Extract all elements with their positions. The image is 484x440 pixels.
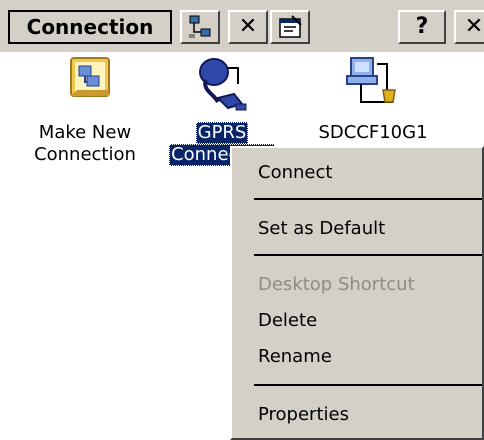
network-connections-button[interactable] <box>180 10 220 44</box>
close-button[interactable]: ✕ <box>454 10 484 44</box>
help-button[interactable]: ? <box>398 10 446 44</box>
menu-item-rename[interactable]: Rename <box>258 346 332 368</box>
menu-separator <box>254 198 482 200</box>
context-menu: Connect Set as Default Desktop Shortcut … <box>230 146 484 440</box>
menu-item-delete[interactable]: Delete <box>258 310 317 332</box>
dialup-connection-icon <box>199 58 247 111</box>
delete-button[interactable]: ✕ <box>228 10 268 44</box>
network-connections-icon <box>189 15 211 38</box>
item-label: Make New <box>38 122 132 143</box>
delete-icon: ✕ <box>238 14 258 39</box>
help-icon: ? <box>415 14 429 39</box>
make-new-connection-item[interactable]: Make New Connection <box>10 54 160 166</box>
menu-item-set-as-default[interactable]: Set as Default <box>258 218 385 240</box>
menu-item-connect[interactable]: Connect <box>258 162 332 184</box>
command-bar: Connection ✕ ? ✕ <box>0 0 484 52</box>
sdccf10g1-connection-item[interactable]: SDCCF10G1 <box>298 54 448 144</box>
menu-item-desktop-shortcut: Desktop Shortcut <box>258 274 415 295</box>
network-connection-icon <box>346 57 396 103</box>
menu-item-properties[interactable]: Properties <box>258 404 349 426</box>
properties-icon <box>279 15 302 38</box>
properties-button[interactable] <box>270 10 310 44</box>
make-new-connection-icon <box>70 57 110 97</box>
item-label: SDCCF10G1 <box>318 122 428 143</box>
menu-separator <box>254 384 482 386</box>
menu-separator <box>254 254 482 256</box>
item-label: GPRS <box>195 122 249 144</box>
close-icon: ✕ <box>464 14 484 39</box>
connection-title-button[interactable]: Connection <box>8 10 172 44</box>
item-label: Connection <box>34 144 136 165</box>
